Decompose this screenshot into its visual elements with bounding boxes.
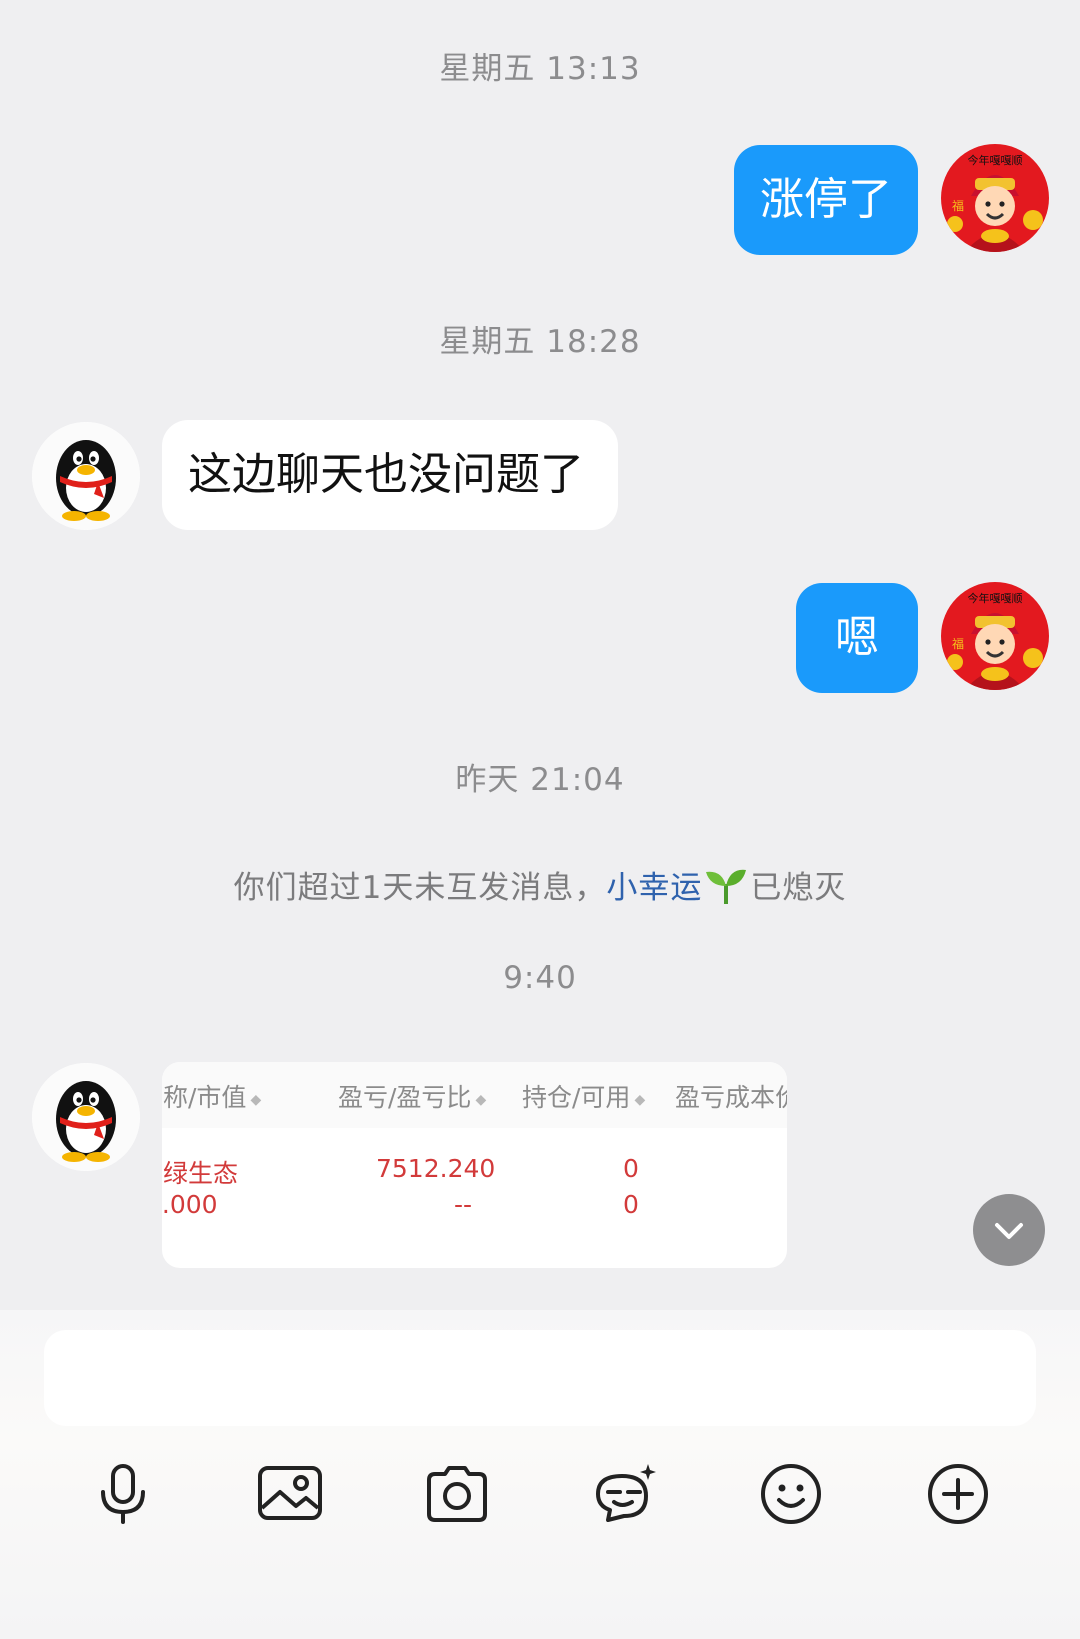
system-notice: 你们超过1天未互发消息，小幸运 已熄灭 — [0, 862, 1080, 907]
column-header[interactable]: 持仓/可用 ◆ — [522, 1078, 645, 1114]
stock-screenshot-card[interactable]: 名称/市值◆ 盈亏/盈亏比◆ 持仓/可用◆ 盈亏成本价 汇绿生态 7512.24… — [162, 1062, 787, 1268]
stock-pnl-ratio: -- — [454, 1190, 473, 1219]
system-notice-suffix: 已熄灭 — [750, 870, 847, 906]
camera-icon[interactable] — [421, 1458, 493, 1530]
emoji-icon[interactable] — [755, 1458, 827, 1530]
avatar-side-text: 福 — [952, 636, 964, 651]
outgoing-message-bubble[interactable]: 涨停了 — [734, 145, 918, 255]
avatar-banner-text: 今年嘎嘎顺 — [968, 153, 1023, 167]
microphone-icon[interactable] — [87, 1458, 159, 1530]
column-header[interactable]: 盈亏成本价 — [675, 1078, 787, 1114]
stock-position: 0 — [623, 1154, 639, 1183]
lucky-streak-link[interactable]: 小幸运 — [606, 870, 702, 906]
fortune-god-avatar[interactable]: 今年嘎嘎顺 福 — [941, 582, 1049, 690]
timestamp: 昨天 21:04 — [455, 762, 625, 798]
sprout-icon — [704, 866, 748, 906]
column-header[interactable]: 盈亏/盈亏比 ◆ — [338, 1078, 486, 1114]
penguin-avatar[interactable] — [32, 1063, 140, 1171]
composer — [0, 1310, 1080, 1639]
timestamp: 星期五 18:28 — [439, 324, 641, 360]
stock-name: 汇绿生态 — [162, 1159, 239, 1188]
stock-pnl: 7512.240 — [376, 1154, 496, 1183]
incoming-message-bubble[interactable]: 这边聊天也没问题了 — [162, 420, 618, 530]
sticker-icon[interactable] — [588, 1458, 660, 1530]
image-icon[interactable] — [254, 1458, 326, 1530]
timestamp: 星期五 13:13 — [439, 51, 641, 87]
message-input[interactable] — [44, 1330, 1036, 1426]
stock-available: 0 — [623, 1190, 639, 1219]
outgoing-message-bubble[interactable]: 嗯 — [796, 583, 918, 693]
fortune-god-avatar[interactable]: 今年嘎嘎顺 福 — [941, 144, 1049, 252]
avatar-side-text: 福 — [952, 198, 964, 213]
add-icon[interactable] — [922, 1458, 994, 1530]
stock-market-value: 0.000 — [162, 1190, 218, 1219]
timestamp: 9:40 — [503, 960, 577, 996]
stock-table-header: 名称/市值◆ 盈亏/盈亏比◆ 持仓/可用◆ 盈亏成本价 — [162, 1062, 787, 1128]
system-notice-prefix: 你们超过1天未互发消息， — [233, 870, 607, 906]
avatar-banner-text: 今年嘎嘎顺 — [968, 591, 1023, 605]
scroll-to-bottom-button[interactable] — [973, 1194, 1045, 1266]
column-header[interactable]: 名称/市值◆ — [162, 1078, 261, 1114]
penguin-avatar[interactable] — [32, 422, 140, 530]
chevron-down-icon — [995, 1223, 1023, 1239]
